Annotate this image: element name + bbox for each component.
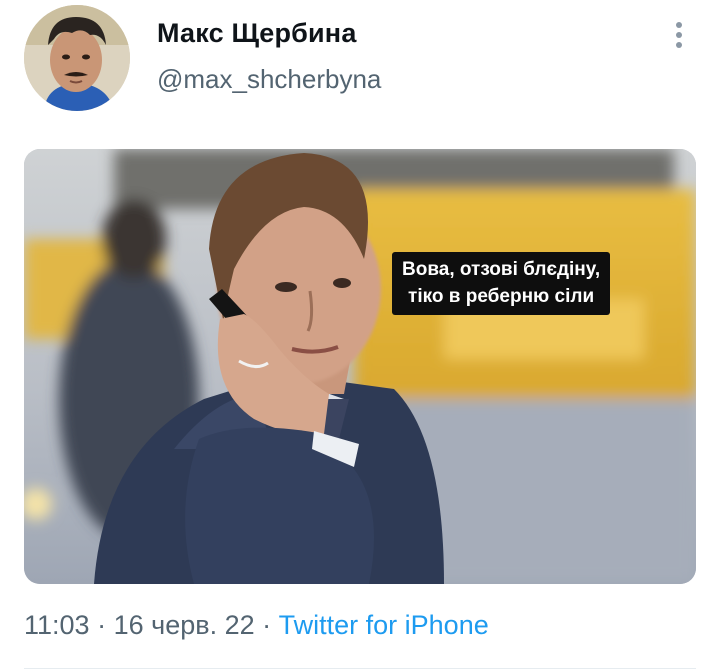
- avatar-photo: [24, 5, 130, 111]
- meme-photo: [24, 149, 696, 584]
- tweet-meta: 11:03 · 16 черв. 22 · Twitter for iPhone: [24, 610, 489, 641]
- more-vertical-icon[interactable]: [668, 20, 692, 50]
- meta-separator: ·: [97, 610, 107, 640]
- author-avatar[interactable]: [24, 5, 130, 111]
- caption-line-2: тіко в реберню сіли: [408, 286, 595, 307]
- meme-caption: Вова, отзові блєдіну, тіко в реберню сіл…: [392, 252, 611, 315]
- caption-line-1: Вова, отзові блєдіну,: [402, 259, 601, 280]
- tweet-source-link[interactable]: Twitter for iPhone: [279, 610, 489, 640]
- tweet-time[interactable]: 11:03: [24, 610, 90, 640]
- author-handle[interactable]: @max_shcherbyna: [157, 64, 381, 95]
- tweet-date[interactable]: 16 черв. 22: [114, 610, 255, 640]
- meta-separator: ·: [262, 610, 272, 640]
- divider: [24, 668, 696, 669]
- tweet-media-image[interactable]: [24, 149, 696, 584]
- author-display-name[interactable]: Макс Щербина: [157, 18, 357, 49]
